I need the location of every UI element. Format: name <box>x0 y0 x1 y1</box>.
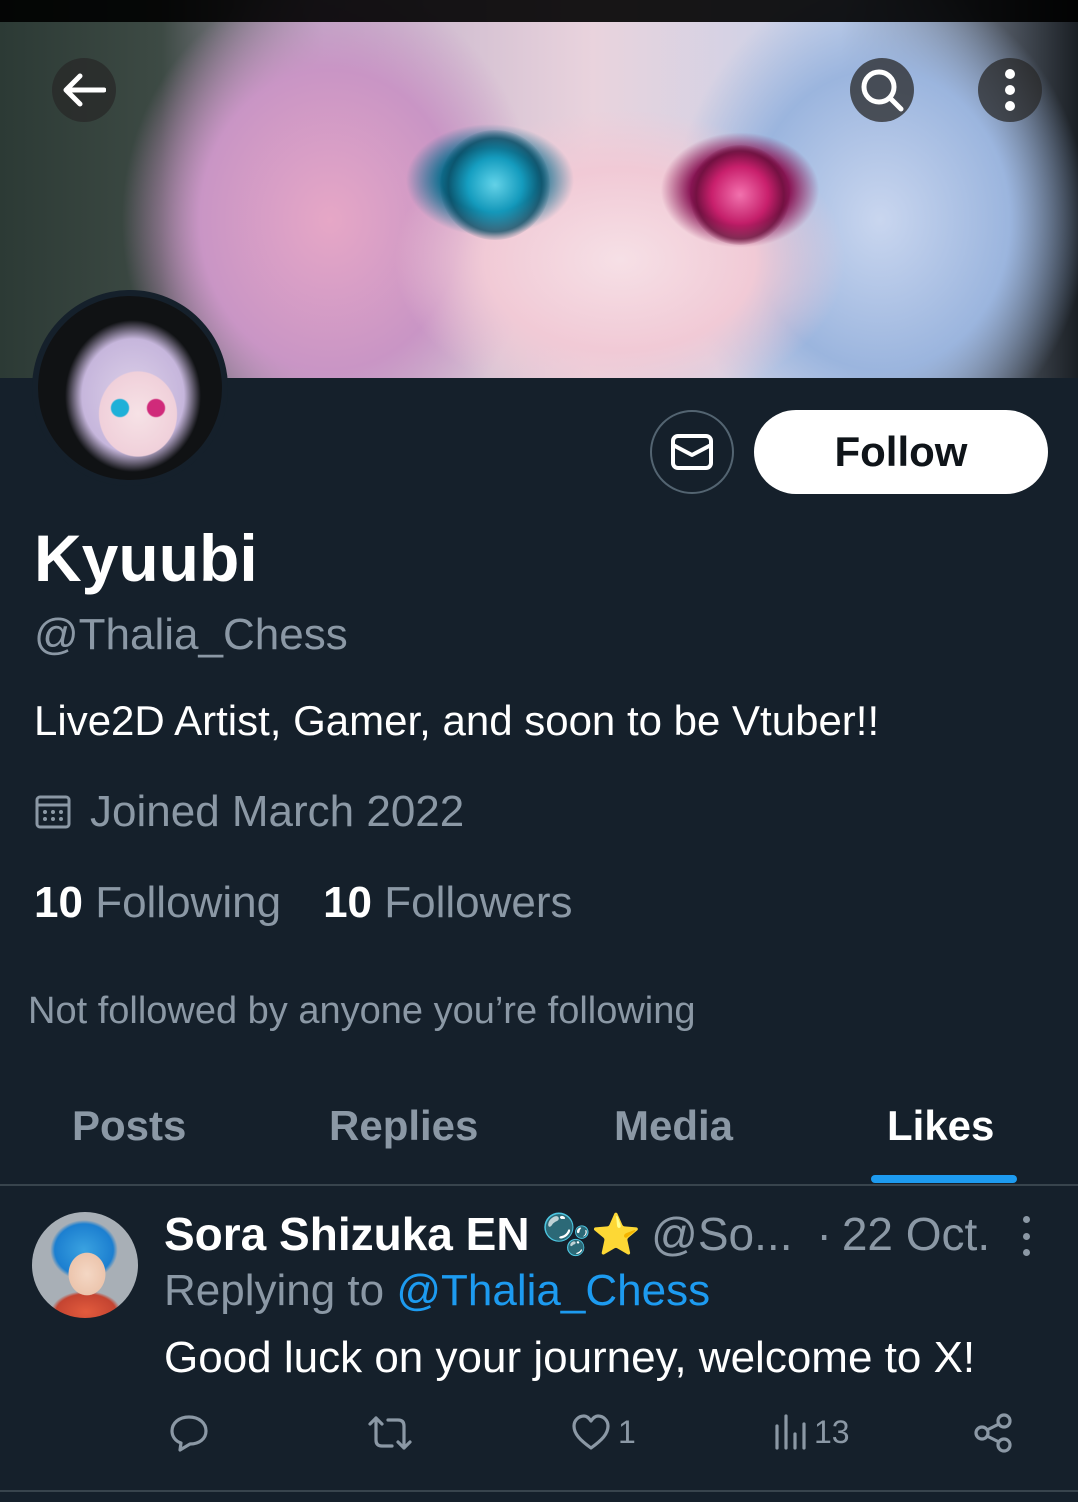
retweet-icon <box>368 1416 412 1450</box>
tab-media[interactable]: Media <box>614 1102 733 1150</box>
banner-eye-right <box>690 145 790 245</box>
back-arrow-icon <box>63 73 106 107</box>
tweet-divider <box>0 1490 1078 1492</box>
active-tab-indicator <box>871 1175 1017 1183</box>
message-button[interactable] <box>650 410 734 494</box>
tweet-author-emoji: 🫧⭐ <box>541 1212 642 1257</box>
more-vertical-icon <box>1005 69 1015 111</box>
share-icon <box>974 1413 1012 1453</box>
mail-icon <box>671 434 713 470</box>
views-button[interactable]: 13 <box>772 1412 850 1452</box>
follow-stats: 10 Following 10 Followers <box>34 878 573 928</box>
tweet-text: Good luck on your journey, welcome to X! <box>164 1333 976 1382</box>
followers-label: Followers <box>384 878 573 927</box>
tweet-author-name[interactable]: Sora Shizuka EN <box>164 1207 530 1261</box>
calendar-icon <box>35 795 71 829</box>
search-icon <box>861 69 904 112</box>
profile-tabs: Posts Replies Media Likes <box>0 1072 1078 1186</box>
replying-to: Replying to @Thalia_Chess <box>164 1266 710 1316</box>
follow-button[interactable]: Follow <box>754 410 1048 494</box>
joined-label: Joined March 2022 <box>90 787 465 836</box>
tweet-more-icon[interactable] <box>1014 1216 1038 1256</box>
search-button[interactable] <box>850 58 914 122</box>
tweet-date[interactable]: 22 Oct. <box>842 1207 990 1261</box>
status-bar-shade <box>0 0 1078 22</box>
profile-avatar[interactable] <box>32 290 228 486</box>
back-button[interactable] <box>52 58 116 122</box>
tweet-separator: · <box>816 1208 832 1260</box>
tweet-header: Sora Shizuka EN 🫧⭐ @So... · 22 Oct. <box>164 1207 990 1261</box>
tab-likes[interactable]: Likes <box>887 1102 994 1150</box>
not-followed-notice: Not followed by anyone you’re following <box>28 990 696 1032</box>
tweet-actions: 1 13 <box>0 1412 1078 1468</box>
like-count: 1 <box>618 1413 636 1450</box>
profile-name: Kyuubi <box>34 521 258 595</box>
tweet-author-avatar[interactable] <box>32 1212 138 1318</box>
replying-prefix: Replying to <box>164 1266 385 1315</box>
like-icon <box>572 1414 610 1450</box>
like-button[interactable]: 1 <box>570 1412 636 1452</box>
reply-icon <box>170 1415 208 1452</box>
profile-handle: @Thalia_Chess <box>34 610 348 659</box>
retweet-button[interactable] <box>366 1412 414 1454</box>
banner-eye-left <box>440 130 550 240</box>
more-options-button[interactable] <box>978 58 1042 122</box>
followers-link[interactable]: 10 Followers <box>323 878 572 928</box>
views-count: 13 <box>814 1413 850 1450</box>
views-icon <box>775 1414 806 1450</box>
replying-mention[interactable]: @Thalia_Chess <box>396 1266 710 1315</box>
following-count: 10 <box>34 878 83 927</box>
following-label: Following <box>95 878 282 927</box>
following-link[interactable]: 10 Following <box>34 878 281 928</box>
tab-replies[interactable]: Replies <box>329 1102 478 1150</box>
tweet-author-handle[interactable]: @So... <box>651 1207 792 1261</box>
profile-bio: Live2D Artist, Gamer, and soon to be Vtu… <box>34 697 880 744</box>
reply-button[interactable] <box>168 1412 210 1454</box>
share-button[interactable] <box>972 1412 1014 1454</box>
joined-date: Joined March 2022 <box>34 787 464 837</box>
followers-count: 10 <box>323 878 373 927</box>
avatar-image <box>38 296 222 480</box>
tab-posts[interactable]: Posts <box>72 1102 186 1150</box>
